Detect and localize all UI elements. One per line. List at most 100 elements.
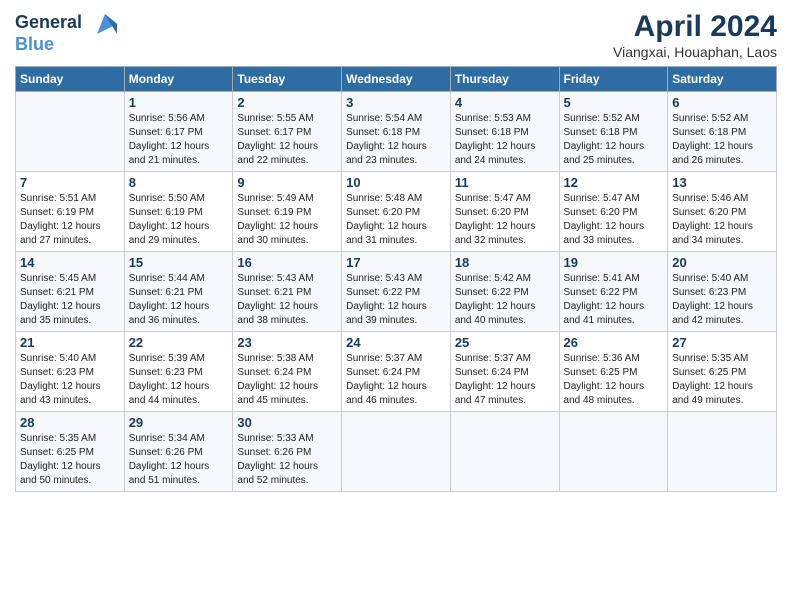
day-number: 25 <box>455 335 555 350</box>
calendar-cell: 1 Sunrise: 5:56 AM Sunset: 6:17 PM Daylig… <box>124 92 233 172</box>
calendar-cell: 15 Sunrise: 5:44 AM Sunset: 6:21 PM Dayli… <box>124 252 233 332</box>
calendar-header-monday: Monday <box>124 67 233 92</box>
day-info: Sunrise: 5:49 AM Sunset: 6:19 PM Dayligh… <box>237 192 337 248</box>
day-number: 29 <box>129 415 229 430</box>
day-info: Sunrise: 5:37 AM Sunset: 6:24 PM Dayligh… <box>455 352 555 408</box>
day-number: 16 <box>237 255 337 270</box>
day-number: 18 <box>455 255 555 270</box>
day-info: Sunrise: 5:39 AM Sunset: 6:23 PM Dayligh… <box>129 352 229 408</box>
day-number: 15 <box>129 255 229 270</box>
calendar-header-tuesday: Tuesday <box>233 67 342 92</box>
day-number: 7 <box>20 175 120 190</box>
day-info: Sunrise: 5:42 AM Sunset: 6:22 PM Dayligh… <box>455 272 555 328</box>
day-info: Sunrise: 5:52 AM Sunset: 6:18 PM Dayligh… <box>564 112 664 168</box>
calendar-cell: 21 Sunrise: 5:40 AM Sunset: 6:23 PM Dayli… <box>16 332 125 412</box>
calendar-cell: 6Sunrise: 5:52 AM Sunset: 6:18 PM Daylig… <box>668 92 777 172</box>
calendar-cell: 13Sunrise: 5:46 AM Sunset: 6:20 PM Dayli… <box>668 172 777 252</box>
calendar-header-friday: Friday <box>559 67 668 92</box>
day-number: 23 <box>237 335 337 350</box>
day-info: Sunrise: 5:33 AM Sunset: 6:26 PM Dayligh… <box>237 432 337 488</box>
day-info: Sunrise: 5:35 AM Sunset: 6:25 PM Dayligh… <box>672 352 772 408</box>
calendar-week-row: 14Sunrise: 5:45 AM Sunset: 6:21 PM Dayli… <box>16 252 777 332</box>
calendar-cell: 4 Sunrise: 5:53 AM Sunset: 6:18 PM Daylig… <box>450 92 559 172</box>
title-area: April 2024 Viangxai, Houaphan, Laos <box>613 10 777 60</box>
day-number: 4 <box>455 95 555 110</box>
calendar-cell: 10 Sunrise: 5:48 AM Sunset: 6:20 PM Dayli… <box>342 172 451 252</box>
day-number: 8 <box>129 175 229 190</box>
calendar-cell: 3 Sunrise: 5:54 AM Sunset: 6:18 PM Daylig… <box>342 92 451 172</box>
calendar-cell: 27 Sunrise: 5:35 AM Sunset: 6:25 PM Dayli… <box>668 332 777 412</box>
day-number: 2 <box>237 95 337 110</box>
calendar-cell <box>342 412 451 492</box>
calendar-week-row: 1 Sunrise: 5:56 AM Sunset: 6:17 PM Daylig… <box>16 92 777 172</box>
day-info: Sunrise: 5:50 AM Sunset: 6:19 PM Dayligh… <box>129 192 229 248</box>
day-number: 24 <box>346 335 446 350</box>
day-number: 3 <box>346 95 446 110</box>
day-number: 27 <box>672 335 772 350</box>
calendar-cell: 20 Sunrise: 5:40 AM Sunset: 6:23 PM Dayli… <box>668 252 777 332</box>
day-number: 19 <box>564 255 664 270</box>
calendar-cell: 9 Sunrise: 5:49 AM Sunset: 6:19 PM Daylig… <box>233 172 342 252</box>
calendar-cell <box>16 92 125 172</box>
calendar-week-row: 28 Sunrise: 5:35 AM Sunset: 6:25 PM Dayli… <box>16 412 777 492</box>
day-info: Sunrise: 5:36 AM Sunset: 6:25 PM Dayligh… <box>564 352 664 408</box>
day-info: Sunrise: 5:47 AM Sunset: 6:20 PM Dayligh… <box>455 192 555 248</box>
day-info: Sunrise: 5:37 AM Sunset: 6:24 PM Dayligh… <box>346 352 446 408</box>
day-number: 12 <box>564 175 664 190</box>
calendar-cell <box>668 412 777 492</box>
calendar-cell: 28 Sunrise: 5:35 AM Sunset: 6:25 PM Dayli… <box>16 412 125 492</box>
day-info: Sunrise: 5:56 AM Sunset: 6:17 PM Dayligh… <box>129 112 229 168</box>
calendar-cell: 26 Sunrise: 5:36 AM Sunset: 6:25 PM Dayli… <box>559 332 668 412</box>
day-number: 9 <box>237 175 337 190</box>
day-number: 28 <box>20 415 120 430</box>
day-number: 14 <box>20 255 120 270</box>
calendar-cell: 17Sunrise: 5:43 AM Sunset: 6:22 PM Dayli… <box>342 252 451 332</box>
calendar-cell: 5 Sunrise: 5:52 AM Sunset: 6:18 PM Daylig… <box>559 92 668 172</box>
calendar-cell: 19 Sunrise: 5:41 AM Sunset: 6:22 PM Dayli… <box>559 252 668 332</box>
calendar-cell: 16 Sunrise: 5:43 AM Sunset: 6:21 PM Dayli… <box>233 252 342 332</box>
calendar-table: SundayMondayTuesdayWednesdayThursdayFrid… <box>15 66 777 492</box>
day-info: Sunrise: 5:52 AM Sunset: 6:18 PM Dayligh… <box>672 112 772 168</box>
day-info: Sunrise: 5:53 AM Sunset: 6:18 PM Dayligh… <box>455 112 555 168</box>
day-info: Sunrise: 5:44 AM Sunset: 6:21 PM Dayligh… <box>129 272 229 328</box>
calendar-cell: 14Sunrise: 5:45 AM Sunset: 6:21 PM Dayli… <box>16 252 125 332</box>
day-number: 10 <box>346 175 446 190</box>
day-info: Sunrise: 5:35 AM Sunset: 6:25 PM Dayligh… <box>20 432 120 488</box>
logo: General Blue <box>15 10 121 55</box>
page-container: General Blue April 2024 Viangxai, Houaph… <box>0 0 792 502</box>
day-number: 21 <box>20 335 120 350</box>
calendar-header-wednesday: Wednesday <box>342 67 451 92</box>
day-info: Sunrise: 5:47 AM Sunset: 6:20 PM Dayligh… <box>564 192 664 248</box>
calendar-cell: 2Sunrise: 5:55 AM Sunset: 6:17 PM Daylig… <box>233 92 342 172</box>
day-number: 1 <box>129 95 229 110</box>
header: General Blue April 2024 Viangxai, Houaph… <box>15 10 777 60</box>
day-info: Sunrise: 5:40 AM Sunset: 6:23 PM Dayligh… <box>672 272 772 328</box>
day-info: Sunrise: 5:46 AM Sunset: 6:20 PM Dayligh… <box>672 192 772 248</box>
calendar-cell: 18 Sunrise: 5:42 AM Sunset: 6:22 PM Dayli… <box>450 252 559 332</box>
day-info: Sunrise: 5:40 AM Sunset: 6:23 PM Dayligh… <box>20 352 120 408</box>
day-info: Sunrise: 5:38 AM Sunset: 6:24 PM Dayligh… <box>237 352 337 408</box>
calendar-header-sunday: Sunday <box>16 67 125 92</box>
day-info: Sunrise: 5:43 AM Sunset: 6:21 PM Dayligh… <box>237 272 337 328</box>
day-info: Sunrise: 5:34 AM Sunset: 6:26 PM Dayligh… <box>129 432 229 488</box>
logo-icon <box>89 10 121 38</box>
calendar-cell: 22Sunrise: 5:39 AM Sunset: 6:23 PM Dayli… <box>124 332 233 412</box>
day-number: 26 <box>564 335 664 350</box>
day-info: Sunrise: 5:41 AM Sunset: 6:22 PM Dayligh… <box>564 272 664 328</box>
calendar-header-saturday: Saturday <box>668 67 777 92</box>
calendar-week-row: 7Sunrise: 5:51 AM Sunset: 6:19 PM Daylig… <box>16 172 777 252</box>
calendar-cell <box>450 412 559 492</box>
calendar-header-thursday: Thursday <box>450 67 559 92</box>
day-number: 5 <box>564 95 664 110</box>
day-info: Sunrise: 5:54 AM Sunset: 6:18 PM Dayligh… <box>346 112 446 168</box>
calendar-cell: 7Sunrise: 5:51 AM Sunset: 6:19 PM Daylig… <box>16 172 125 252</box>
calendar-cell: 23 Sunrise: 5:38 AM Sunset: 6:24 PM Dayli… <box>233 332 342 412</box>
calendar-cell: 29 Sunrise: 5:34 AM Sunset: 6:26 PM Dayli… <box>124 412 233 492</box>
day-info: Sunrise: 5:48 AM Sunset: 6:20 PM Dayligh… <box>346 192 446 248</box>
day-number: 20 <box>672 255 772 270</box>
page-subtitle: Viangxai, Houaphan, Laos <box>613 44 777 60</box>
page-title: April 2024 <box>613 10 777 44</box>
calendar-cell: 11Sunrise: 5:47 AM Sunset: 6:20 PM Dayli… <box>450 172 559 252</box>
calendar-cell <box>559 412 668 492</box>
day-number: 17 <box>346 255 446 270</box>
